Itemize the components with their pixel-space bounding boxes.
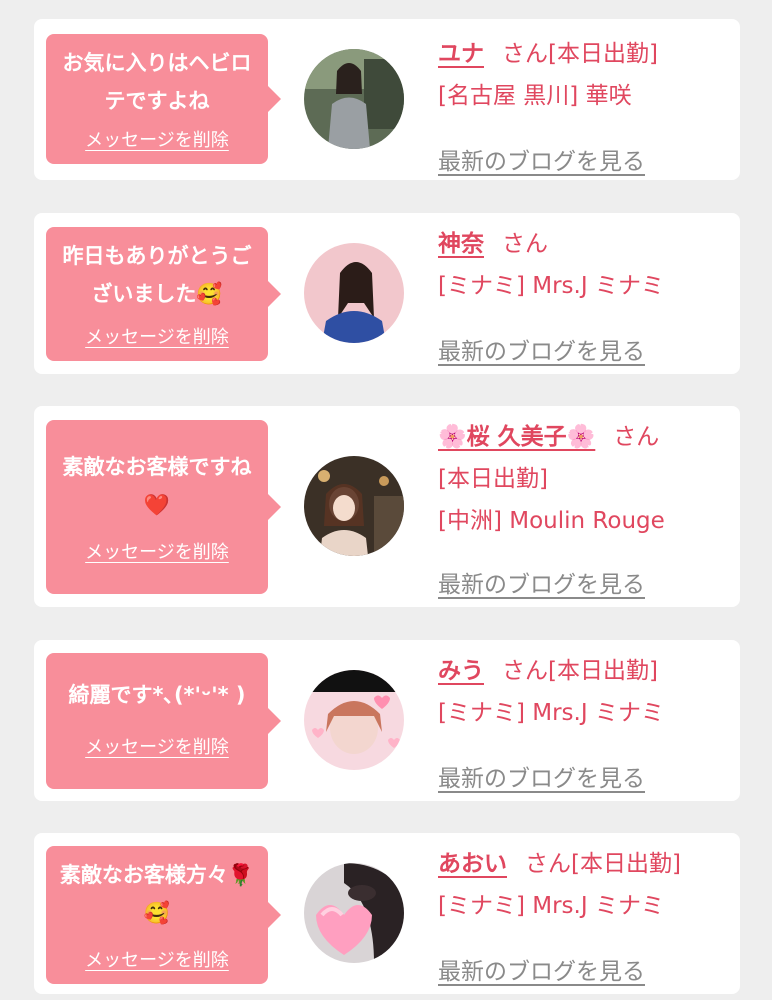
- honorific: さん: [613, 424, 660, 450]
- honorific: さん: [525, 851, 571, 877]
- delete-message-link[interactable]: メッセージを削除: [46, 323, 268, 349]
- message-bubble: お気に入りはヘビロテですよね メッセージを削除: [46, 34, 281, 164]
- message-bubble: 素敵なお客様ですね❤️ メッセージを削除: [46, 420, 281, 594]
- message-text: 素敵なお客様ですね❤️: [62, 455, 252, 517]
- message-card: 素敵なお客様ですね❤️ メッセージを削除 🌸桜 久美子🌸 さん [本日出勤] [中…: [34, 406, 740, 607]
- message-card: 素敵なお客様方々🌹🥰 メッセージを削除 あおい さん[本日出勤] [ミナミ] Mr…: [34, 833, 740, 994]
- delete-message-link[interactable]: メッセージを削除: [46, 733, 268, 759]
- message-bubble: 昨日もありがとうございました🥰 メッセージを削除: [46, 227, 281, 361]
- avatar[interactable]: [304, 243, 404, 343]
- work-status: [本日出勤]: [548, 41, 658, 67]
- view-blog-link[interactable]: 最新のブログを見る: [438, 564, 645, 606]
- sender-name-link[interactable]: みう: [438, 658, 484, 684]
- shop-name: [ミナミ] Mrs.J ミナミ: [438, 273, 664, 299]
- sender-info: みう さん[本日出勤] [ミナミ] Mrs.J ミナミ 最新のブログを見る: [438, 650, 732, 792]
- shop-name: [ミナミ] Mrs.J ミナミ: [438, 893, 664, 919]
- view-blog-link[interactable]: 最新のブログを見る: [438, 141, 645, 183]
- shop-name: [名古屋 黒川] 華咲: [438, 83, 632, 109]
- message-text: お気に入りはヘビロテですよね: [62, 51, 252, 113]
- shop-name: [ミナミ] Mrs.J ミナミ: [438, 700, 664, 726]
- work-status: [本日出勤]: [571, 851, 681, 877]
- delete-message-link[interactable]: メッセージを削除: [46, 126, 268, 152]
- sender-name-link[interactable]: 神奈: [438, 231, 484, 257]
- work-status: [本日出勤]: [438, 466, 548, 492]
- shop-name: [中洲] Moulin Rouge: [438, 508, 665, 534]
- message-list: お気に入りはヘビロテですよね メッセージを削除 ユナ さん[本日出勤] [名古屋 …: [0, 0, 772, 1000]
- honorific: さん: [502, 231, 548, 257]
- sender-info: 神奈 さん [ミナミ] Mrs.J ミナミ 最新のブログを見る: [438, 223, 732, 365]
- avatar[interactable]: [304, 456, 404, 556]
- sender-name-link[interactable]: ユナ: [438, 41, 484, 67]
- honorific: さん: [502, 658, 548, 684]
- avatar[interactable]: [304, 49, 404, 149]
- message-bubble: 素敵なお客様方々🌹🥰 メッセージを削除: [46, 846, 281, 984]
- sender-name-link[interactable]: あおい: [438, 851, 507, 877]
- honorific: さん: [502, 41, 548, 67]
- delete-message-link[interactable]: メッセージを削除: [46, 538, 268, 564]
- sender-name-link[interactable]: 🌸桜 久美子🌸: [438, 424, 595, 450]
- message-card: 昨日もありがとうございました🥰 メッセージを削除 神奈 さん [ミナミ] Mrs.…: [34, 213, 740, 374]
- avatar[interactable]: [304, 670, 404, 770]
- sender-info: 🌸桜 久美子🌸 さん [本日出勤] [中洲] Moulin Rouge 最新のブロ…: [438, 416, 732, 598]
- avatar[interactable]: [304, 863, 404, 963]
- message-text: 昨日もありがとうございました🥰: [62, 244, 252, 306]
- view-blog-link[interactable]: 最新のブログを見る: [438, 331, 645, 373]
- sender-info: ユナ さん[本日出勤] [名古屋 黒川] 華咲 最新のブログを見る: [438, 33, 732, 175]
- message-card: お気に入りはヘビロテですよね メッセージを削除 ユナ さん[本日出勤] [名古屋 …: [34, 19, 740, 180]
- work-status: [本日出勤]: [548, 658, 658, 684]
- view-blog-link[interactable]: 最新のブログを見る: [438, 758, 645, 800]
- message-text: 素敵なお客様方々🌹🥰: [59, 863, 255, 925]
- delete-message-link[interactable]: メッセージを削除: [46, 946, 268, 972]
- sender-info: あおい さん[本日出勤] [ミナミ] Mrs.J ミナミ 最新のブログを見る: [438, 843, 732, 985]
- view-blog-link[interactable]: 最新のブログを見る: [438, 951, 645, 993]
- message-card: 綺麗です*､(*'ᵕ'* ) メッセージを削除 みう さん[本日出勤] [ミナミ]…: [34, 640, 740, 801]
- message-text: 綺麗です*､(*'ᵕ'* ): [68, 683, 246, 707]
- message-bubble: 綺麗です*､(*'ᵕ'* ) メッセージを削除: [46, 653, 281, 789]
